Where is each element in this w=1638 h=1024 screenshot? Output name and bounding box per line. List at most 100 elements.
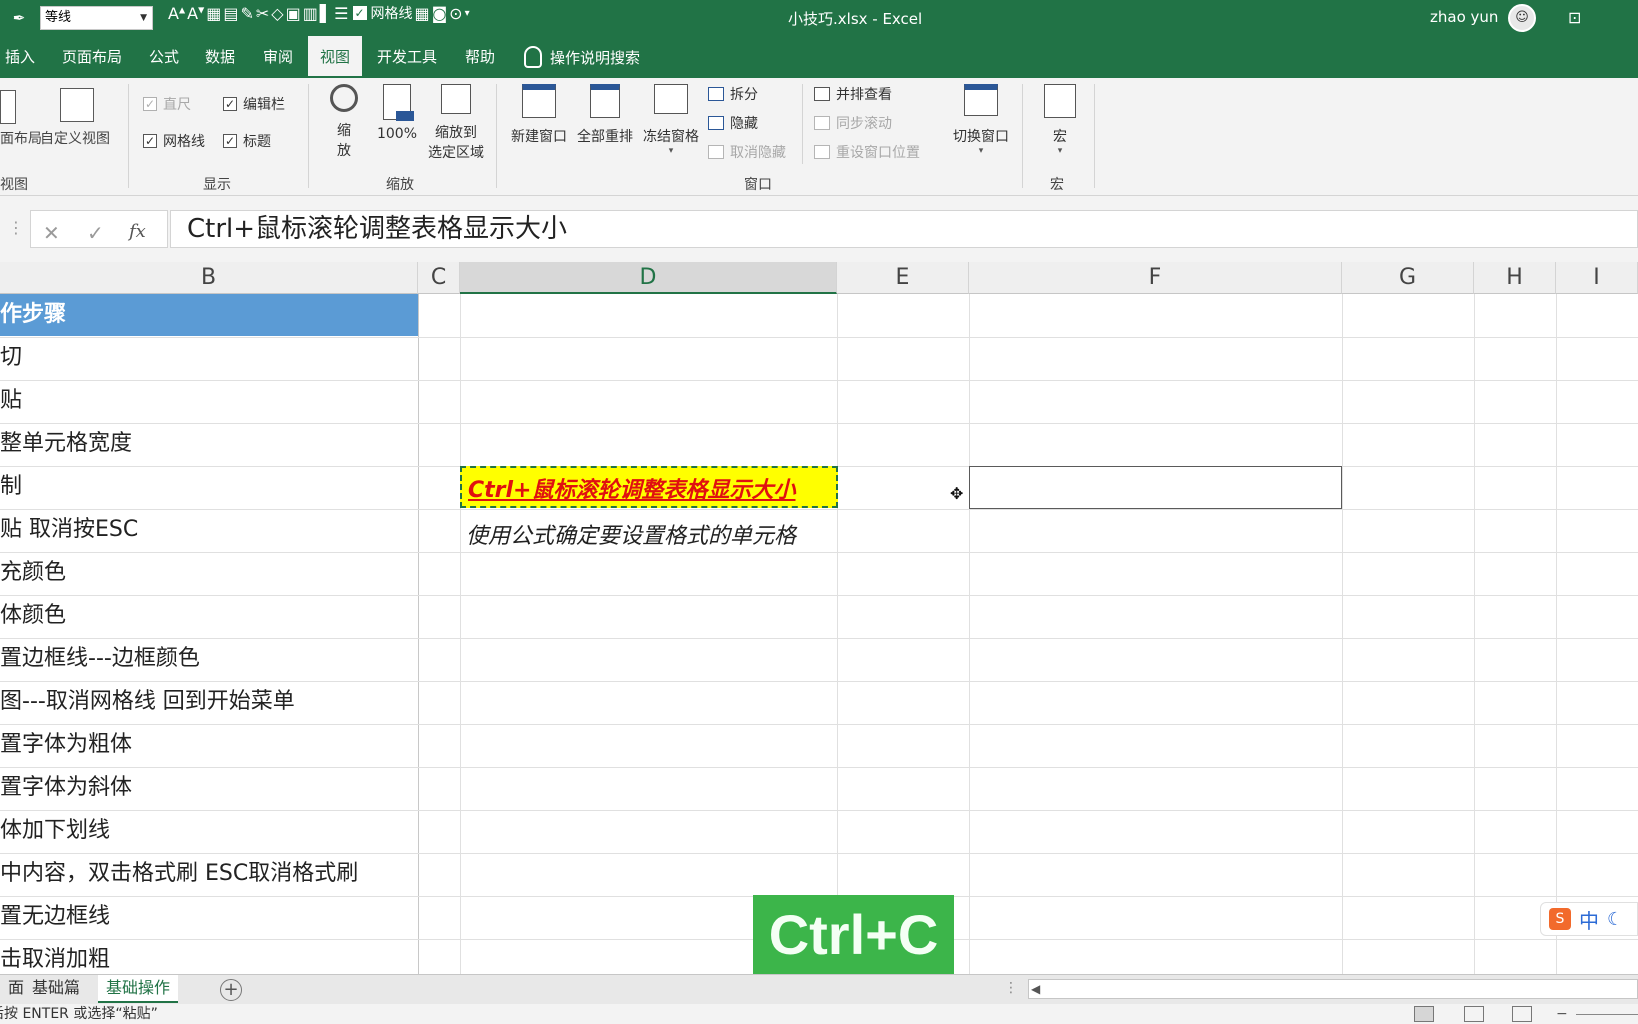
tab-insert[interactable]: 插入 bbox=[0, 36, 40, 78]
user-name[interactable]: zhao yun bbox=[1430, 8, 1498, 26]
unhide-button[interactable]: 取消隐藏 bbox=[708, 142, 786, 162]
tab-formulas[interactable]: 公式 bbox=[144, 36, 184, 78]
cell-b[interactable]: 贴 取消按ESC bbox=[0, 509, 418, 551]
page-break-view-icon[interactable] bbox=[1512, 1006, 1532, 1022]
tab-developer[interactable]: 开发工具 bbox=[374, 36, 440, 78]
gridline bbox=[1474, 294, 1475, 974]
borders-icon[interactable]: ▦ bbox=[415, 4, 430, 23]
merge-icon[interactable]: ▥ bbox=[303, 4, 318, 23]
cell-b[interactable]: 置边框线---边框颜色 bbox=[0, 638, 418, 680]
camera-icon[interactable]: ◙ bbox=[432, 4, 448, 23]
split-button[interactable]: 拆分 bbox=[708, 84, 758, 104]
tab-page-layout[interactable]: 页面布局 bbox=[58, 36, 126, 78]
copied-cell-d[interactable]: Ctrl+鼠标滚轮调整表格显示大小 bbox=[460, 466, 838, 508]
column-header-e[interactable]: E bbox=[837, 262, 969, 294]
arrange-all-button[interactable]: 全部重排 bbox=[572, 84, 638, 146]
columns-icon[interactable]: ▌ bbox=[320, 4, 332, 23]
customize-qat-icon[interactable]: ▾ bbox=[465, 8, 470, 19]
freeze-panes-button[interactable]: 冻结窗格 ▾ bbox=[638, 84, 704, 156]
tab-review[interactable]: 审阅 bbox=[258, 36, 298, 78]
scroll-thumb[interactable] bbox=[1047, 982, 1637, 996]
formula-bar-checkbox[interactable]: ✓ 编辑栏 bbox=[223, 94, 285, 114]
avatar[interactable]: ☺ bbox=[1508, 4, 1536, 32]
macros-button[interactable]: 宏 ▾ bbox=[1038, 84, 1082, 156]
table-icon[interactable]: ▦ bbox=[206, 4, 221, 23]
gridlines-checkbox[interactable]: ✓ 网格线 bbox=[143, 131, 205, 151]
active-cell-f[interactable] bbox=[969, 466, 1342, 509]
zoom-out-icon[interactable]: − bbox=[1556, 1004, 1568, 1024]
ime-toolbar[interactable]: S 中 ☾ bbox=[1540, 902, 1638, 936]
tell-me-search[interactable]: 操作说明搜索 bbox=[524, 36, 640, 78]
wrap-icon[interactable]: ▣ bbox=[286, 4, 301, 23]
cell-b[interactable]: 中内容，双击格式刷 ESC取消格式刷 bbox=[0, 853, 418, 895]
ruler-checkbox[interactable]: ✓ 直尺 bbox=[143, 94, 191, 114]
custom-view-button[interactable]: 自定义视图 bbox=[40, 128, 110, 148]
cell-b[interactable]: 图---取消网格线 回到开始菜单 bbox=[0, 681, 418, 723]
gridline bbox=[418, 294, 419, 974]
zoom-slider[interactable] bbox=[1576, 1014, 1638, 1015]
check-icon[interactable]: ✓ bbox=[87, 221, 104, 245]
column-header-c[interactable]: C bbox=[418, 262, 460, 294]
cell-b[interactable]: 制 bbox=[0, 466, 418, 508]
reset-window-position-button[interactable]: 重设窗口位置 bbox=[814, 142, 920, 162]
formula-input[interactable]: Ctrl+鼠标滚轮调整表格显示大小 bbox=[170, 210, 1638, 248]
cell-d-note[interactable]: 使用公式确定要设置格式的单元格 bbox=[466, 518, 796, 550]
table-style-icon[interactable]: ▤ bbox=[223, 4, 238, 23]
hide-button[interactable]: 隐藏 bbox=[708, 113, 758, 133]
new-window-button[interactable]: 新建窗口 bbox=[506, 84, 572, 146]
format-painter-icon[interactable]: ✒ bbox=[4, 3, 34, 33]
sync-scroll-button[interactable]: 同步滚动 bbox=[814, 113, 892, 133]
worksheet-grid[interactable]: 作步骤 切 贴 整单元格宽度 制 贴 取消按ESC 充颜色 体颜色 置边框线--… bbox=[0, 294, 1638, 974]
headings-checkbox[interactable]: ✓ 标题 bbox=[223, 131, 271, 151]
shapes-icon[interactable]: ◇ bbox=[271, 4, 283, 23]
insert-function-icon[interactable]: fx bbox=[129, 221, 146, 242]
page-layout-view-icon[interactable] bbox=[1464, 1006, 1484, 1022]
tab-view[interactable]: 视图 bbox=[308, 36, 362, 78]
column-header-i[interactable]: I bbox=[1556, 262, 1638, 294]
sheet-tab[interactable]: 基础篇 bbox=[24, 975, 88, 1003]
cell-b[interactable]: 置无边框线 bbox=[0, 896, 418, 938]
moon-icon[interactable]: ☾ bbox=[1607, 909, 1623, 930]
cell-b[interactable]: 贴 bbox=[0, 380, 418, 422]
cell-b[interactable]: 整单元格宽度 bbox=[0, 423, 418, 465]
eraser-icon[interactable]: ✎ bbox=[240, 4, 253, 23]
font-name-select[interactable]: 等线 ▼ bbox=[40, 6, 153, 30]
increase-font-icon[interactable]: A▲ bbox=[168, 4, 185, 23]
zoom-button[interactable]: 缩 放 bbox=[324, 84, 364, 160]
page-layout-view-button[interactable]: 面布局 bbox=[0, 128, 42, 148]
cell-b[interactable]: 切 bbox=[0, 337, 418, 379]
ime-language[interactable]: 中 bbox=[1579, 905, 1599, 934]
view-side-by-side-button[interactable]: 并排查看 bbox=[814, 84, 892, 104]
cell-b[interactable]: 置字体为斜体 bbox=[0, 767, 418, 809]
splitter-grip-icon[interactable]: ⋮ bbox=[1004, 980, 1018, 996]
decrease-font-icon[interactable]: A▼ bbox=[187, 4, 204, 23]
column-header-h[interactable]: H bbox=[1474, 262, 1556, 294]
status-bar: 选择目标区域，然后按 ENTER 或选择“粘贴” − bbox=[0, 1004, 1638, 1024]
column-header-b[interactable]: B bbox=[0, 262, 418, 294]
cell-b-header[interactable]: 作步骤 bbox=[0, 294, 418, 336]
column-header-d[interactable]: D bbox=[460, 262, 837, 294]
normal-view-icon[interactable] bbox=[1414, 1006, 1434, 1022]
column-header-f[interactable]: F bbox=[969, 262, 1342, 294]
cell-b[interactable]: 体加下划线 bbox=[0, 810, 418, 852]
cell-b[interactable]: 击取消加粗 bbox=[0, 939, 418, 974]
photo-icon[interactable]: ⊙ bbox=[449, 4, 462, 23]
cell-b[interactable]: 体颜色 bbox=[0, 595, 418, 637]
add-sheet-icon[interactable]: + bbox=[220, 979, 242, 1001]
sheet-tab-active[interactable]: 基础操作 bbox=[98, 975, 179, 1003]
tab-help[interactable]: 帮助 bbox=[460, 36, 500, 78]
close-icon[interactable]: ✕ bbox=[43, 221, 60, 245]
scroll-left-icon[interactable]: ◀ bbox=[1031, 980, 1040, 998]
ribbon-display-options-icon[interactable]: ⊡ bbox=[1568, 8, 1588, 28]
cell-b[interactable]: 置字体为粗体 bbox=[0, 724, 418, 766]
checklist-icon[interactable]: ☰ bbox=[334, 4, 348, 23]
gridlines-toggle[interactable]: ✓ 网格线 bbox=[352, 3, 413, 23]
tab-data[interactable]: 数据 bbox=[200, 36, 240, 78]
cell-b[interactable]: 充颜色 bbox=[0, 552, 418, 594]
column-header-g[interactable]: G bbox=[1342, 262, 1474, 294]
fill-color-icon[interactable]: ✂ bbox=[256, 4, 269, 23]
horizontal-scrollbar[interactable]: ◀ bbox=[1028, 979, 1638, 999]
zoom-to-selection-button[interactable]: 缩放到 选定区域 bbox=[424, 84, 488, 162]
switch-windows-button[interactable]: 切换窗口 ▾ bbox=[946, 84, 1016, 156]
zoom-100-button[interactable]: 100% bbox=[376, 84, 418, 142]
